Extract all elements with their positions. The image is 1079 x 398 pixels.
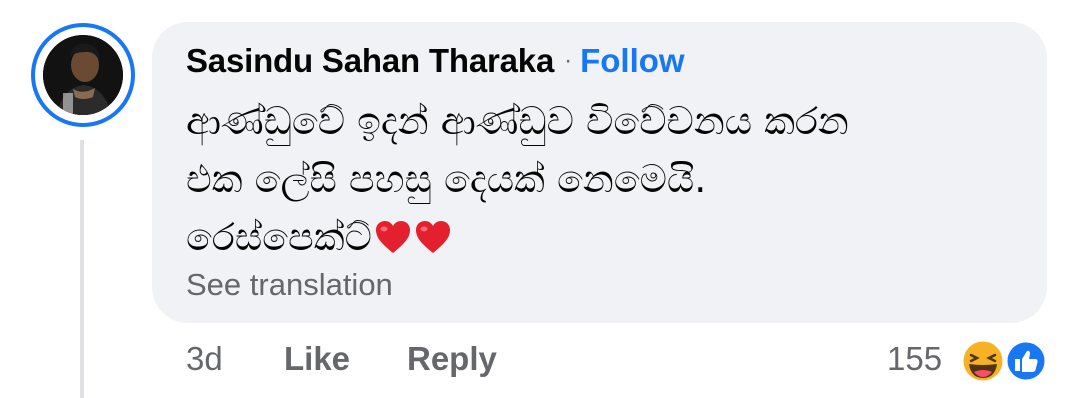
avatar-photo xyxy=(43,35,123,115)
comment-line-text: ආණ්ඩුවේ ඉදන් ආණ්ඩුව විවේචනය කරන xyxy=(186,99,849,143)
see-translation-link[interactable]: See translation xyxy=(186,267,393,303)
comment-line: එක ලේසි පහසු දෙයක් නෙමෙයි. xyxy=(186,150,1006,208)
reply-button[interactable]: Reply xyxy=(407,340,497,378)
comment-container: Sasindu Sahan Tharaka · Follow ආණ්ඩුවේ ඉ… xyxy=(0,0,1079,398)
timestamp[interactable]: 3d xyxy=(186,340,223,378)
reaction-icons[interactable] xyxy=(958,338,1050,384)
reaction-count[interactable]: 155 xyxy=(887,340,942,378)
comment-line-text: රෙස්පෙක්ට් xyxy=(186,215,372,259)
comment-header: Sasindu Sahan Tharaka · Follow xyxy=(186,41,685,81)
haha-icon xyxy=(960,338,1006,384)
author-name[interactable]: Sasindu Sahan Tharaka xyxy=(186,42,554,80)
red-heart-icon xyxy=(375,221,410,253)
comment-text: ආණ්ඩුවේ ඉදන් ආණ්ඩුව විවේචනය කරන එක ලේසි … xyxy=(186,92,1006,266)
like-icon xyxy=(1004,339,1048,383)
follow-button[interactable]: Follow xyxy=(580,42,684,80)
red-heart-icon xyxy=(415,221,450,253)
like-button[interactable]: Like xyxy=(284,340,350,378)
comment-line: රෙස්පෙක්ට් xyxy=(186,208,1006,266)
thread-line xyxy=(80,140,84,398)
comment-line-text: එක ලේසි පහසු දෙයක් නෙමෙයි. xyxy=(186,157,707,201)
comment-line: ආණ්ඩුවේ ඉදන් ආණ්ඩුව විවේචනය කරන xyxy=(186,92,1006,150)
separator-dot: · xyxy=(564,47,573,74)
avatar[interactable] xyxy=(43,35,123,115)
avatar-story-ring[interactable] xyxy=(31,23,135,127)
